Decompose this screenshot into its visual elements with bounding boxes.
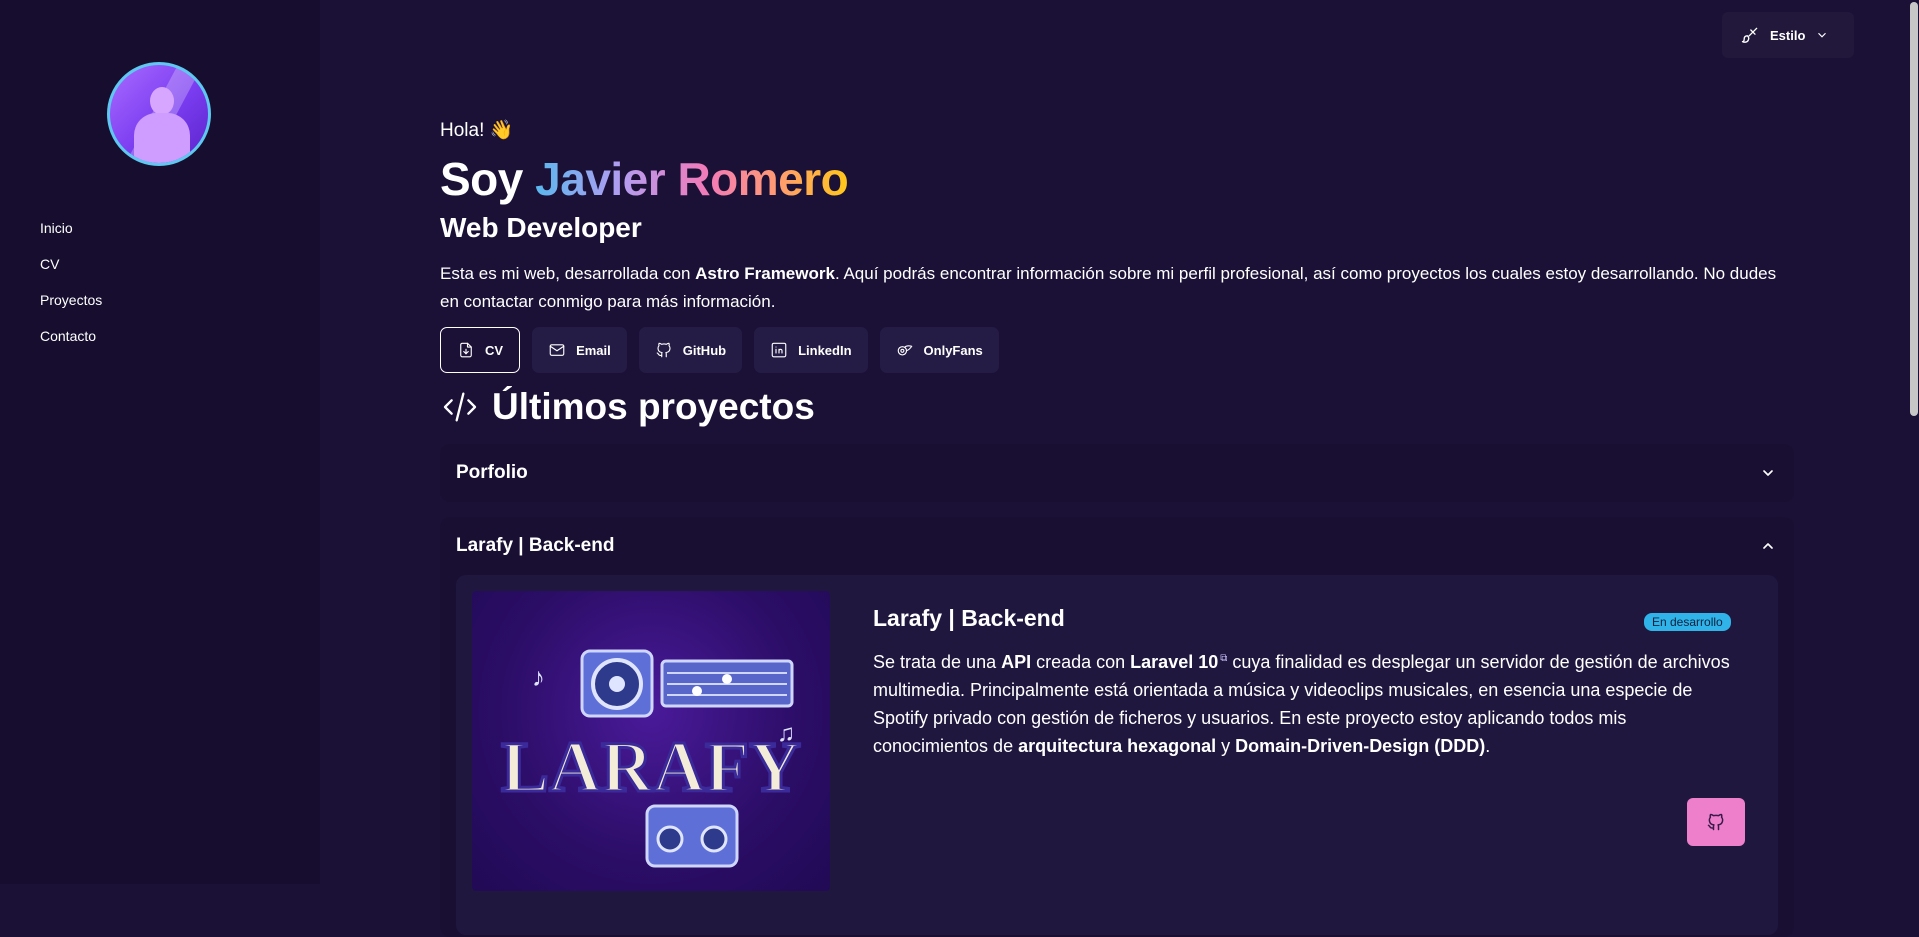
projects-heading: Últimos proyectos (440, 386, 815, 428)
mail-icon (549, 344, 565, 356)
svg-text:♫: ♫ (777, 720, 795, 747)
desc-bold: API (1001, 652, 1032, 672)
accordion-title: Larafy | Back-end (456, 535, 615, 556)
linkedin-icon (771, 342, 787, 358)
title-name: Javier Romero (535, 153, 849, 205)
email-button[interactable]: Email (532, 327, 627, 373)
greeting: Hola! 👋 (440, 120, 514, 141)
github-button-label: GitHub (682, 342, 727, 358)
onlyfans-button[interactable]: OnlyFans (879, 327, 999, 373)
chevron-down-icon (1818, 32, 1827, 38)
onlyfans-icon (897, 345, 912, 356)
github-icon (1707, 813, 1724, 831)
project-card-title: Larafy | Back-end (873, 605, 1065, 631)
nav-item-proyectos[interactable]: Proyectos (40, 282, 102, 318)
linkedin-button[interactable]: LinkedIn (754, 327, 868, 373)
project-github-button[interactable] (1687, 798, 1745, 846)
desc-text: y (1216, 736, 1236, 756)
desc-bold: arquitectura hexagonal (1018, 736, 1217, 756)
nav-item-cv[interactable]: CV (40, 246, 102, 282)
desc-text: . (1485, 736, 1491, 756)
project-card: LARAFY ♪ ♫ Larafy | Back-end En desarrol… (456, 575, 1778, 935)
social-links: CV Email GitHub LinkedIn OnlyFans (440, 327, 999, 373)
scrollbar-thumb[interactable] (1910, 2, 1918, 416)
desc-bold: Domain-Driven-Design (DDD) (1235, 736, 1486, 756)
accordion-larafy: Larafy | Back-end LARAFY ♪ ♫ Larafy | Ba… (440, 517, 1794, 937)
intro-part: Esta es mi web, desarrollada con (440, 264, 696, 283)
sidebar: Inicio CV Proyectos Contacto (0, 0, 320, 884)
projects-title: Últimos proyectos (492, 386, 815, 427)
github-icon (656, 342, 671, 358)
project-description: Se trata de una API creada con Laravel 1… (873, 645, 1741, 760)
project-image: LARAFY ♪ ♫ (472, 591, 830, 891)
page-title: Soy Javier Romero (440, 152, 849, 206)
onlyfans-button-label: OnlyFans (923, 342, 983, 358)
desc-text: creada con (1031, 652, 1131, 672)
brush-icon (1741, 27, 1758, 43)
nav-item-contacto[interactable]: Contacto (40, 318, 102, 354)
desc-text: Se trata de una (873, 652, 1002, 672)
nav-item-inicio[interactable]: Inicio (40, 210, 102, 246)
chevron-down-icon (1763, 470, 1773, 476)
intro-text: Esta es mi web, desarrollada con Astro F… (440, 260, 1794, 316)
accordion-header-larafy[interactable]: Larafy | Back-end (440, 517, 1794, 575)
scrollbar[interactable] (1909, 0, 1919, 884)
download-file-icon (460, 342, 472, 358)
title-prefix: Soy (440, 153, 523, 205)
accordion-header-porfolio[interactable]: Porfolio (440, 444, 1794, 502)
cv-button[interactable]: CV (440, 327, 521, 373)
sidebar-nav: Inicio CV Proyectos Contacto (40, 210, 102, 354)
chevron-up-icon (1763, 543, 1773, 549)
status-badge: En desarrollo (1644, 613, 1731, 631)
linkedin-button-label: LinkedIn (798, 342, 852, 358)
project-logo-text: LARAFY (501, 727, 801, 807)
email-button-label: Email (576, 342, 611, 358)
avatar (107, 62, 211, 166)
style-menu-label: Estilo (1770, 27, 1806, 43)
svg-text:♪: ♪ (532, 662, 545, 692)
accordion-title: Porfolio (456, 462, 528, 483)
laravel-link[interactable]: Laravel 10 (1130, 652, 1218, 672)
code-icon (443, 392, 477, 422)
accordion-porfolio: Porfolio (440, 444, 1794, 502)
intro-framework: Astro Framework (695, 264, 835, 283)
style-menu-button[interactable]: Estilo (1722, 12, 1854, 58)
cv-button-label: CV (485, 342, 504, 358)
github-button[interactable]: GitHub (638, 327, 743, 373)
job-role: Web Developer (440, 212, 642, 243)
